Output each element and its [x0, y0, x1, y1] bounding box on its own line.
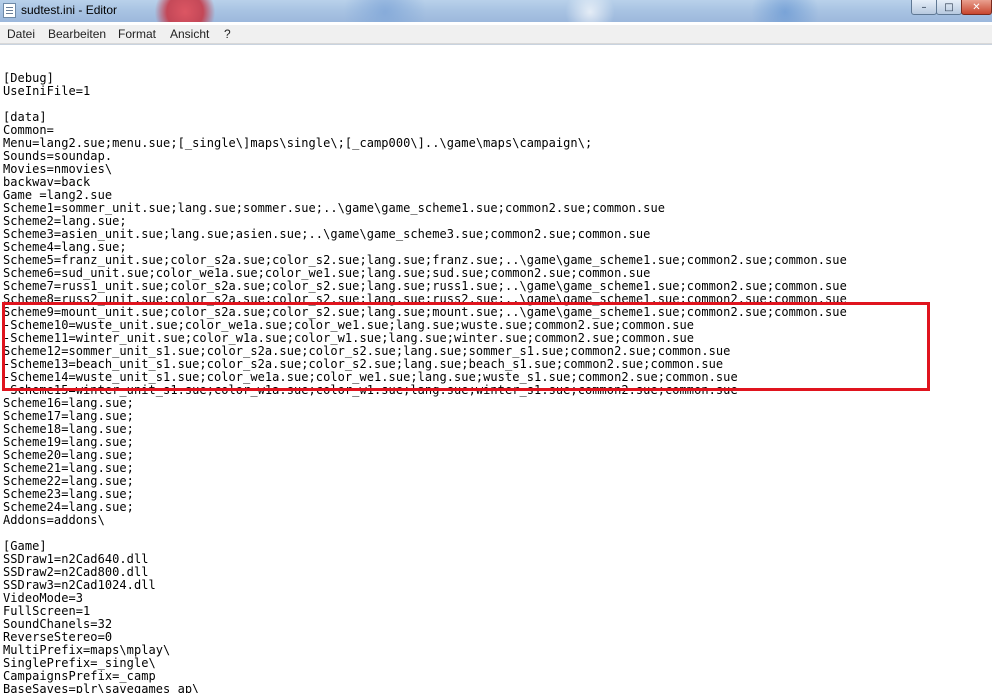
- titlebar-glass-decoration: [330, 0, 440, 22]
- menu-bar: Datei Bearbeiten Format Ansicht ?: [0, 25, 992, 44]
- menu-help[interactable]: ?: [224, 27, 231, 41]
- text-line: UseIniFile=1: [3, 84, 91, 98]
- text-line: SSDraw3=n2Cad1024.dll: [3, 578, 156, 592]
- menu-datei[interactable]: Datei: [7, 27, 35, 41]
- text-line: [3, 527, 847, 540]
- text-content: [Debug] UseIniFile=1 [data] Common= Menu=lan…: [3, 59, 847, 693]
- text-line: Movies=nmovies\: [3, 162, 113, 176]
- text-line: Scheme3=asien_unit.sue;lang.sue;asien.su…: [3, 227, 651, 241]
- maximize-icon: □: [944, 1, 954, 13]
- minimize-button[interactable]: –: [911, 0, 937, 15]
- minimize-icon: –: [921, 1, 927, 13]
- menu-format[interactable]: Format: [118, 27, 156, 41]
- text-line: FullScreen=1: [3, 604, 91, 618]
- window-title: sudtest.ini - Editor: [21, 3, 118, 17]
- close-icon: ✕: [972, 1, 981, 13]
- text-line: BaseSaves=plr\savegames_ap\: [3, 682, 200, 693]
- text-line: [Debug]: [3, 71, 54, 85]
- notepad-icon[interactable]: [3, 3, 16, 18]
- text-line: [3, 98, 847, 111]
- menu-ansicht[interactable]: Ansicht: [170, 27, 209, 41]
- maximize-button[interactable]: □: [936, 0, 962, 15]
- text-line: backwav=back: [3, 175, 91, 189]
- titlebar-glass-decoration: [560, 0, 620, 22]
- text-line: [3, 59, 847, 72]
- titlebar-glass-decoration: [150, 0, 220, 22]
- text-line: Scheme24=lang.sue;: [3, 500, 134, 514]
- text-line: Menu=lang2.sue;menu.sue;[_single\]maps\s…: [3, 136, 593, 150]
- text-line: SoundChanels=32: [3, 617, 113, 631]
- close-button[interactable]: ✕: [961, 0, 992, 15]
- text-line: Sounds=soundap.: [3, 149, 113, 163]
- text-line: [data]: [3, 110, 47, 124]
- titlebar-glass-decoration: [740, 0, 830, 22]
- editor-window: sudtest.ini - Editor – □ ✕ Datei Bearbei…: [0, 0, 992, 693]
- text-editor-area[interactable]: [Debug] UseIniFile=1 [data] Common= Menu=lan…: [0, 45, 992, 693]
- text-line: Addons=addons\: [3, 513, 105, 527]
- text-line: Scheme1=sommer_unit.sue;lang.sue;sommer.…: [3, 201, 665, 215]
- menu-bearbeiten[interactable]: Bearbeiten: [48, 27, 106, 41]
- text-line: VideoMode=3: [3, 591, 84, 605]
- title-bar[interactable]: sudtest.ini - Editor – □ ✕: [0, 0, 992, 22]
